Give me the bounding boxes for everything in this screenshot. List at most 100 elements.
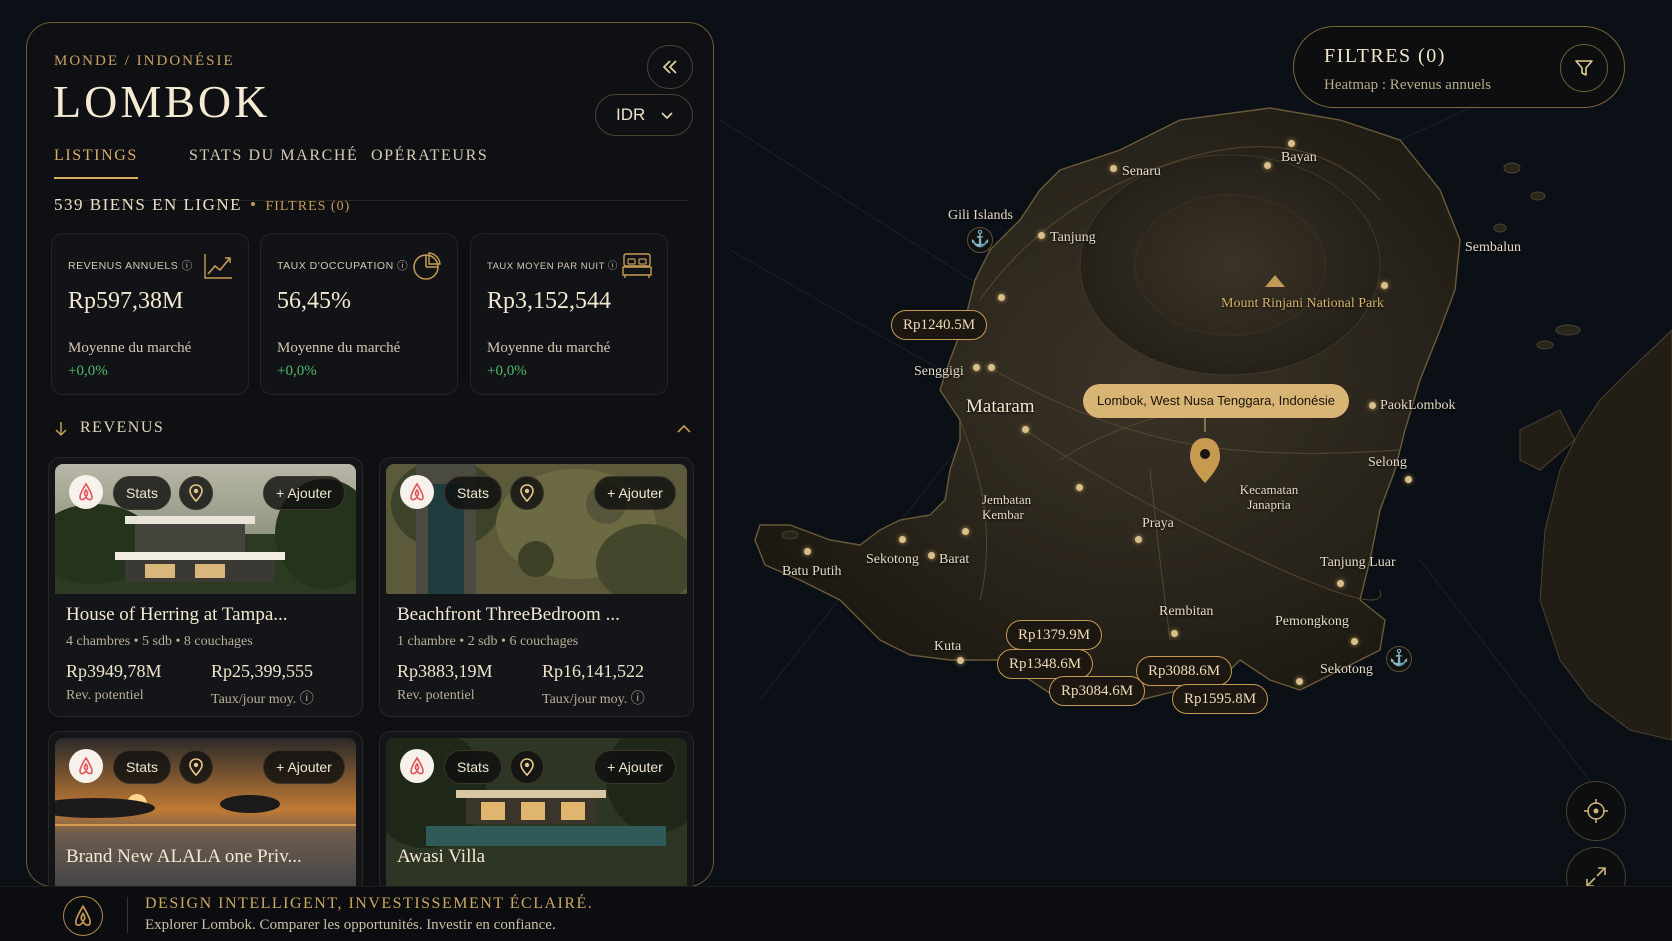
price-marker[interactable]: Rp1595.8M bbox=[1172, 684, 1269, 714]
add-button[interactable]: + Ajouter bbox=[594, 476, 676, 510]
map-marker[interactable] bbox=[1288, 140, 1295, 147]
listing-name[interactable]: Awasi Villa bbox=[397, 846, 485, 868]
breadcrumb[interactable]: MONDE / INDONÉSIE bbox=[54, 53, 235, 70]
map-pin-button[interactable] bbox=[510, 750, 544, 784]
stat-value: 56,45% bbox=[277, 288, 351, 314]
map-place-label: Jembatan Kembar bbox=[982, 492, 1032, 522]
section-header-revenus[interactable]: REVENUS bbox=[54, 419, 694, 443]
map-marker[interactable] bbox=[973, 364, 980, 371]
price-marker[interactable]: Rp3088.6M bbox=[1136, 656, 1233, 686]
map-marker[interactable] bbox=[962, 528, 969, 535]
map-place-label: Batu Putih bbox=[782, 564, 842, 579]
stats-button[interactable]: Stats bbox=[444, 476, 502, 510]
stat-change: +0,0% bbox=[487, 363, 527, 379]
listing-card[interactable]: Stats + Ajouter Beachfront ThreeBedroom … bbox=[379, 457, 694, 717]
map-place-label: Tanjung bbox=[1050, 230, 1096, 245]
anchor-icon[interactable]: ⚓ bbox=[1386, 646, 1412, 672]
map-marker[interactable] bbox=[899, 536, 906, 543]
collapse-panel-button[interactable] bbox=[647, 45, 693, 89]
map-marker[interactable] bbox=[1369, 402, 1376, 409]
currency-select[interactable]: IDR bbox=[595, 94, 693, 136]
avg-daily-rate-label: Taux/jour moy. ⓘ bbox=[211, 692, 314, 707]
map-pin-icon bbox=[520, 758, 534, 777]
filters-panel[interactable]: FILTRES (0) Heatmap : Revenus annuels bbox=[1293, 26, 1625, 108]
map-place-label: Rembitan bbox=[1159, 604, 1214, 619]
chevron-up-icon[interactable] bbox=[676, 423, 692, 435]
map-marker[interactable] bbox=[928, 552, 935, 559]
locate-button[interactable] bbox=[1566, 781, 1626, 841]
potential-revenue: Rp3949,78M bbox=[66, 661, 162, 681]
map-marker[interactable] bbox=[1351, 638, 1358, 645]
add-button[interactable]: + Ajouter bbox=[263, 750, 345, 784]
listings-panel: MONDE / INDONÉSIE LOMBOK IDR LISTINGS ST… bbox=[26, 22, 714, 887]
footer-tagline: DESIGN INTELLIGENT, INVESTISSEMENT ÉCLAI… bbox=[145, 895, 594, 912]
listing-card[interactable]: Stats + Ajouter Awasi Villa bbox=[379, 731, 694, 886]
price-marker[interactable]: Rp1379.9M bbox=[1006, 620, 1103, 650]
stat-subtitle: Moyenne du marché bbox=[487, 340, 611, 356]
stat-label: TAUX D'OCCUPATION ⓘ bbox=[277, 260, 409, 272]
airbnb-icon bbox=[79, 482, 93, 501]
tab-operators[interactable]: OPÉRATEURS bbox=[371, 147, 488, 177]
map-marker[interactable] bbox=[1076, 484, 1083, 491]
bed-icon bbox=[622, 253, 652, 278]
filters-title: FILTRES (0) bbox=[1324, 45, 1446, 67]
price-marker[interactable]: Rp3084.6M bbox=[1049, 676, 1146, 706]
map-marker[interactable] bbox=[1405, 476, 1412, 483]
tab-market-stats[interactable]: STATS DU MARCHÉ bbox=[189, 147, 358, 177]
map-place-label: Sekotong bbox=[1320, 662, 1373, 677]
section-title: REVENUS bbox=[80, 419, 165, 436]
stat-subtitle: Moyenne du marché bbox=[277, 340, 401, 356]
listing-count: 539 BIENS EN LIGNE bbox=[54, 195, 243, 214]
filters-link[interactable]: FILTRES (0) bbox=[265, 199, 350, 214]
listing-card[interactable]: Stats + Ajouter House of Herring at Tamp… bbox=[48, 457, 363, 717]
price-marker[interactable]: Rp1348.6M bbox=[997, 649, 1094, 679]
stat-value: Rp597,38M bbox=[68, 288, 184, 314]
map-marker[interactable] bbox=[1038, 232, 1045, 239]
map-marker[interactable] bbox=[998, 294, 1005, 301]
map-marker[interactable] bbox=[957, 657, 964, 664]
map-marker[interactable] bbox=[1171, 630, 1178, 637]
map-place-label: Tanjung Luar bbox=[1320, 555, 1396, 570]
listing-name[interactable]: Brand New ALALA one Priv... bbox=[66, 846, 302, 868]
listing-photo[interactable]: Stats + Ajouter bbox=[55, 464, 356, 594]
map-pin-button[interactable] bbox=[179, 750, 213, 784]
map-marker[interactable] bbox=[1337, 580, 1344, 587]
listing-name[interactable]: House of Herring at Tampa... bbox=[66, 604, 288, 626]
filter-button[interactable] bbox=[1560, 44, 1608, 92]
add-button[interactable]: + Ajouter bbox=[594, 750, 676, 784]
map-marker[interactable] bbox=[1381, 282, 1388, 289]
stat-subtitle: Moyenne du marché bbox=[68, 340, 192, 356]
stats-button[interactable]: Stats bbox=[113, 476, 171, 510]
map-pin-button[interactable] bbox=[179, 476, 213, 510]
stat-value: Rp3,152,544 bbox=[487, 288, 612, 314]
tab-listings[interactable]: LISTINGS bbox=[54, 147, 138, 179]
map-marker[interactable] bbox=[1264, 162, 1271, 169]
map-pin-icon bbox=[189, 758, 203, 777]
price-marker[interactable]: Rp1240.5M bbox=[891, 310, 988, 340]
listing-count-row: 539 BIENS EN LIGNE • FILTRES (0) bbox=[54, 195, 350, 215]
avg-daily-rate: Rp16,141,522 bbox=[542, 661, 645, 681]
anchor-icon[interactable]: ⚓ bbox=[967, 227, 993, 253]
airbnb-logo bbox=[400, 749, 434, 783]
stats-button[interactable]: Stats bbox=[444, 750, 502, 784]
listing-card[interactable]: Stats + Ajouter Brand New ALALA one Priv… bbox=[48, 731, 363, 886]
stat-label: REVENUS ANNUELS ⓘ bbox=[68, 260, 193, 272]
map-marker[interactable] bbox=[1110, 165, 1117, 172]
listing-name[interactable]: Beachfront ThreeBedroom ... bbox=[397, 604, 620, 626]
map-marker[interactable] bbox=[1296, 678, 1303, 685]
currency-value: IDR bbox=[616, 105, 646, 124]
double-chevron-left-icon bbox=[662, 60, 677, 74]
stats-button[interactable]: Stats bbox=[113, 750, 171, 784]
map-marker[interactable] bbox=[988, 364, 995, 371]
listing-photo[interactable]: Stats + Ajouter bbox=[386, 464, 687, 594]
page-title: LOMBOK bbox=[53, 76, 271, 127]
map-marker[interactable] bbox=[1135, 536, 1142, 543]
add-button[interactable]: + Ajouter bbox=[263, 476, 345, 510]
map-place-label: Kecamatan Janapria bbox=[1239, 482, 1299, 512]
stat-change: +0,0% bbox=[277, 363, 317, 379]
map-pin-icon bbox=[520, 484, 534, 503]
map-marker[interactable] bbox=[1022, 426, 1029, 433]
map-pin-button[interactable] bbox=[510, 476, 544, 510]
avg-daily-rate: Rp25,399,555 bbox=[211, 661, 314, 681]
map-marker[interactable] bbox=[804, 548, 811, 555]
